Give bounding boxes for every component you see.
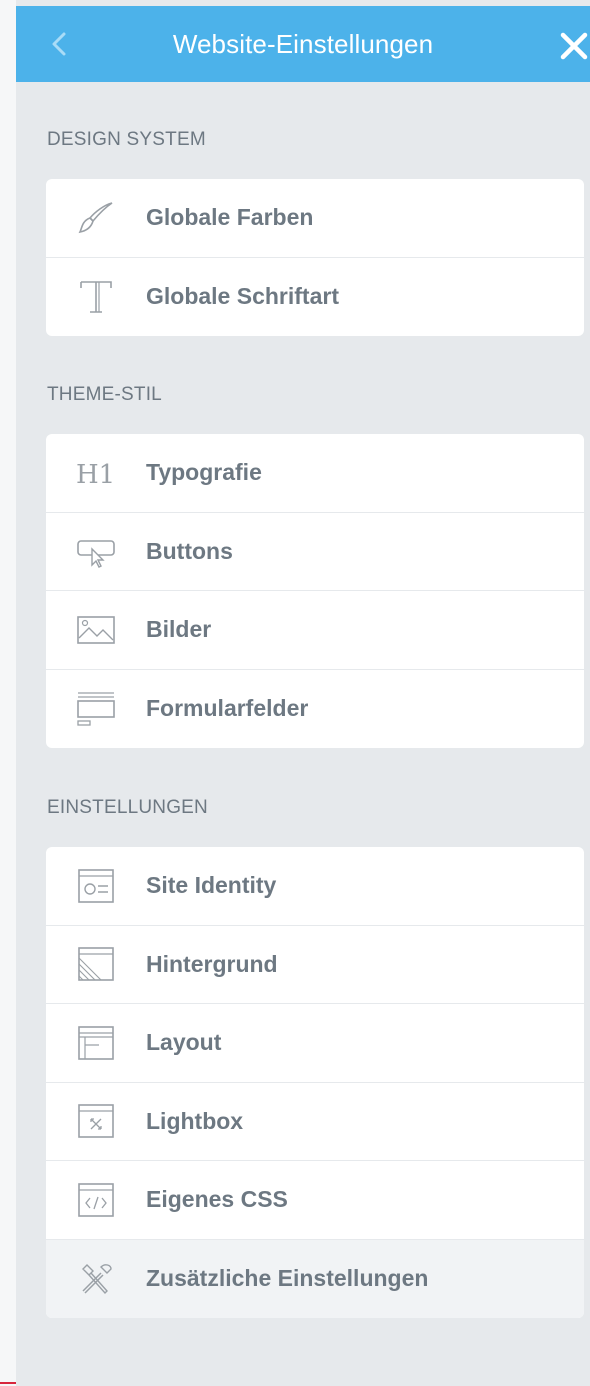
menu-item-globale-farben[interactable]: Globale Farben bbox=[46, 179, 584, 258]
form-field-icon bbox=[46, 689, 146, 729]
menu-item-buttons[interactable]: Buttons bbox=[46, 513, 584, 591]
chevron-left-icon[interactable] bbox=[46, 30, 74, 58]
menu-item-hintergrund[interactable]: Hintergrund bbox=[46, 926, 584, 1004]
panel-header: Website-Einstellungen bbox=[16, 6, 590, 82]
code-icon bbox=[46, 1180, 146, 1220]
menu-item-label: Bilder bbox=[146, 616, 212, 643]
background-icon bbox=[46, 944, 146, 984]
menu-item-label: Zusätzliche Einstellungen bbox=[146, 1265, 429, 1292]
svg-text:H1: H1 bbox=[76, 460, 115, 490]
menu-item-label: Eigenes CSS bbox=[146, 1186, 288, 1213]
menu-item-label: Hintergrund bbox=[146, 950, 278, 977]
menu-item-zusaetzliche-einstellungen[interactable]: Zusätzliche Einstellungen bbox=[46, 1239, 584, 1318]
button-cursor-icon bbox=[46, 531, 146, 571]
brush-icon bbox=[46, 198, 146, 238]
menu-item-lightbox[interactable]: Lightbox bbox=[46, 1083, 584, 1161]
theme-stil-card: H1 Typografie Buttons Bilder Formularfel… bbox=[46, 434, 584, 748]
divider bbox=[0, 1382, 16, 1384]
menu-item-eigenes-css[interactable]: Eigenes CSS bbox=[46, 1161, 584, 1240]
panel-title: Website-Einstellungen bbox=[172, 28, 434, 59]
menu-item-typografie[interactable]: H1 Typografie bbox=[46, 434, 584, 513]
close-icon[interactable] bbox=[558, 30, 590, 62]
menu-item-site-identity[interactable]: Site Identity bbox=[46, 847, 584, 926]
section-title-design-system: DESIGN SYSTEM bbox=[47, 129, 206, 150]
lightbox-icon bbox=[46, 1101, 146, 1141]
menu-item-layout[interactable]: Layout bbox=[46, 1004, 584, 1083]
menu-item-label: Globale Farben bbox=[146, 204, 314, 231]
menu-item-globale-schriftart[interactable]: Globale Schriftart bbox=[46, 258, 584, 337]
tools-icon bbox=[46, 1259, 146, 1299]
menu-item-label: Buttons bbox=[146, 537, 233, 564]
einstellungen-card: Site Identity Hintergrund Layout Lightbo… bbox=[46, 847, 584, 1318]
section-title-theme-stil: THEME-STIL bbox=[47, 384, 162, 405]
section-title-einstellungen: EINSTELLUNGEN bbox=[47, 797, 208, 818]
typeface-icon bbox=[46, 277, 146, 317]
menu-item-label: Formularfelder bbox=[146, 695, 309, 722]
menu-item-label: Layout bbox=[146, 1029, 222, 1056]
menu-item-label: Globale Schriftart bbox=[146, 283, 339, 310]
menu-item-label: Site Identity bbox=[146, 872, 277, 899]
image-icon bbox=[46, 610, 146, 650]
design-system-card: Globale Farben Globale Schriftart bbox=[46, 179, 584, 336]
heading-icon: H1 bbox=[46, 453, 146, 493]
layout-icon bbox=[46, 1023, 146, 1063]
menu-item-label: Lightbox bbox=[146, 1107, 244, 1134]
menu-item-formularfelder[interactable]: Formularfelder bbox=[46, 670, 584, 749]
editor-canvas-edge bbox=[0, 0, 16, 1386]
site-identity-icon bbox=[46, 866, 146, 906]
menu-item-bilder[interactable]: Bilder bbox=[46, 591, 584, 670]
menu-item-label: Typografie bbox=[146, 459, 262, 486]
